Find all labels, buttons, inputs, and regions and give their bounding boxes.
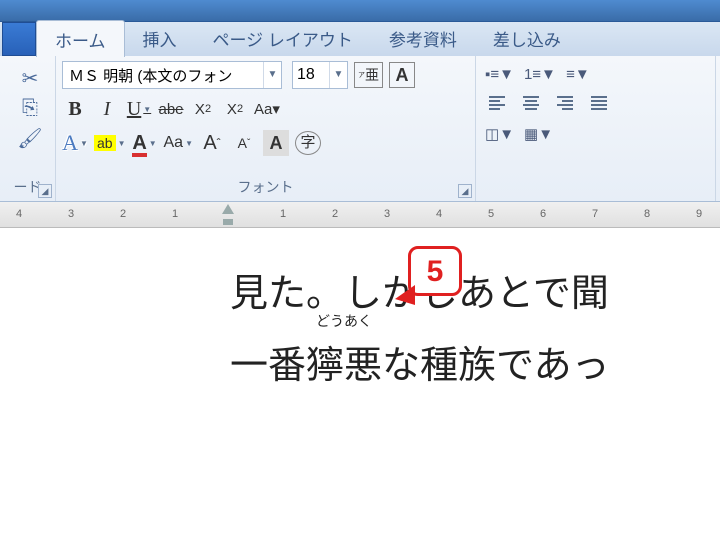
ruler-tick: 5: [488, 208, 494, 220]
ruler-tick: 4: [16, 208, 22, 220]
group-font: ▼ ▼ ア亜 A B I U▼ abe X2 X2 Aa▾ A▼ ab▼ A▼ …: [56, 56, 476, 201]
indent-marker-top[interactable]: [222, 204, 234, 214]
tab-references[interactable]: 参考資料: [371, 20, 475, 56]
document-line[interactable]: 一番どうあく獰悪な種族であっ: [0, 330, 720, 402]
ribbon-tabs: ホーム 挿入 ページ レイアウト 参考資料 差し込み: [0, 22, 720, 56]
ruler-tick: 7: [592, 208, 598, 220]
subscript-button[interactable]: X2: [190, 96, 216, 122]
change-case-button[interactable]: Aa▾: [254, 96, 280, 122]
enclose-characters-button[interactable]: 字: [295, 131, 321, 155]
ruler-tick: 2: [332, 208, 338, 220]
ruler-tick: 3: [384, 208, 390, 220]
cut-icon[interactable]: ✂: [22, 66, 39, 91]
highlight-button[interactable]: ab▼: [94, 130, 126, 156]
group-label-font: フォント: [62, 177, 469, 199]
ruler-tick: 6: [540, 208, 546, 220]
tab-page-layout[interactable]: ページ レイアウト: [195, 20, 371, 56]
font-name-input[interactable]: [63, 67, 263, 84]
justify-button[interactable]: [586, 92, 612, 116]
character-shading-button[interactable]: A: [263, 130, 289, 156]
ruler-tick: 2: [120, 208, 126, 220]
bullets-button[interactable]: ▪≡▼: [484, 62, 515, 86]
group-clipboard: ✂ ⎘ 🖌 ード ◢: [0, 56, 56, 201]
callout-badge: 5: [408, 246, 462, 296]
align-center-button[interactable]: [518, 92, 544, 116]
bold-button[interactable]: B: [62, 96, 88, 122]
font-launcher[interactable]: ◢: [458, 184, 472, 198]
multilevel-list-button[interactable]: ≡▼: [565, 62, 591, 86]
tab-home[interactable]: ホーム: [36, 20, 125, 57]
ruby-text: どうあく獰悪: [306, 330, 382, 402]
phonetic-guide-button[interactable]: ア亜: [354, 62, 383, 88]
tab-mailings[interactable]: 差し込み: [475, 20, 579, 56]
borders-button[interactable]: ▦▼: [523, 122, 554, 146]
shading-button[interactable]: ◫▼: [484, 122, 515, 146]
ruler-tick: 3: [68, 208, 74, 220]
ruler-tick: 1: [280, 208, 286, 220]
font-size-dropdown-icon[interactable]: ▼: [329, 62, 347, 88]
underline-button[interactable]: U▼: [126, 96, 152, 122]
font-name-combo[interactable]: ▼: [62, 61, 282, 89]
format-painter-icon[interactable]: 🖌: [17, 126, 42, 151]
ribbon: ✂ ⎘ 🖌 ード ◢ ▼ ▼ ア亜 A B I U▼ abe X2 X2: [0, 56, 720, 202]
align-left-button[interactable]: [484, 92, 510, 116]
character-border-button[interactable]: A: [389, 62, 415, 88]
ruby-annotation: どうあく: [306, 314, 382, 328]
clipboard-launcher[interactable]: ◢: [38, 184, 52, 198]
shrink-font-button[interactable]: Aˇ: [231, 130, 257, 156]
character-scaling-button[interactable]: Aa▼: [164, 130, 194, 156]
ruler-tick: 1: [172, 208, 178, 220]
strikethrough-button[interactable]: abe: [158, 96, 184, 122]
superscript-button[interactable]: X2: [222, 96, 248, 122]
numbering-button[interactable]: 1≡▼: [523, 62, 557, 86]
text-run: 一番: [230, 345, 306, 387]
text-effects-button[interactable]: A▼: [62, 130, 88, 156]
align-right-button[interactable]: [552, 92, 578, 116]
font-color-button[interactable]: A▼: [132, 130, 158, 156]
ruler-tick: 4: [436, 208, 442, 220]
grow-font-button[interactable]: Aˆ: [199, 130, 225, 156]
title-bar: [0, 0, 720, 22]
ruler-tick: 9: [696, 208, 702, 220]
tab-insert[interactable]: 挿入: [125, 20, 195, 56]
group-paragraph: ▪≡▼ 1≡▼ ≡▼ ◫▼ ▦▼: [476, 56, 716, 201]
font-size-input[interactable]: [293, 66, 329, 84]
text-run: な種族であっ: [382, 345, 610, 387]
file-tab[interactable]: [2, 22, 36, 56]
font-name-dropdown-icon[interactable]: ▼: [263, 62, 281, 88]
ruler-tick: 8: [644, 208, 650, 220]
copy-icon[interactable]: ⎘: [22, 97, 38, 120]
font-size-combo[interactable]: ▼: [292, 61, 348, 89]
document-area[interactable]: 5 見た。しかしあとで聞 一番どうあく獰悪な種族であっ: [0, 228, 720, 540]
italic-button[interactable]: I: [94, 96, 120, 122]
indent-marker-bottom[interactable]: [223, 219, 233, 225]
horizontal-ruler[interactable]: 4 3 2 1 1 2 3 4 5 6 7 8 9: [0, 202, 720, 228]
